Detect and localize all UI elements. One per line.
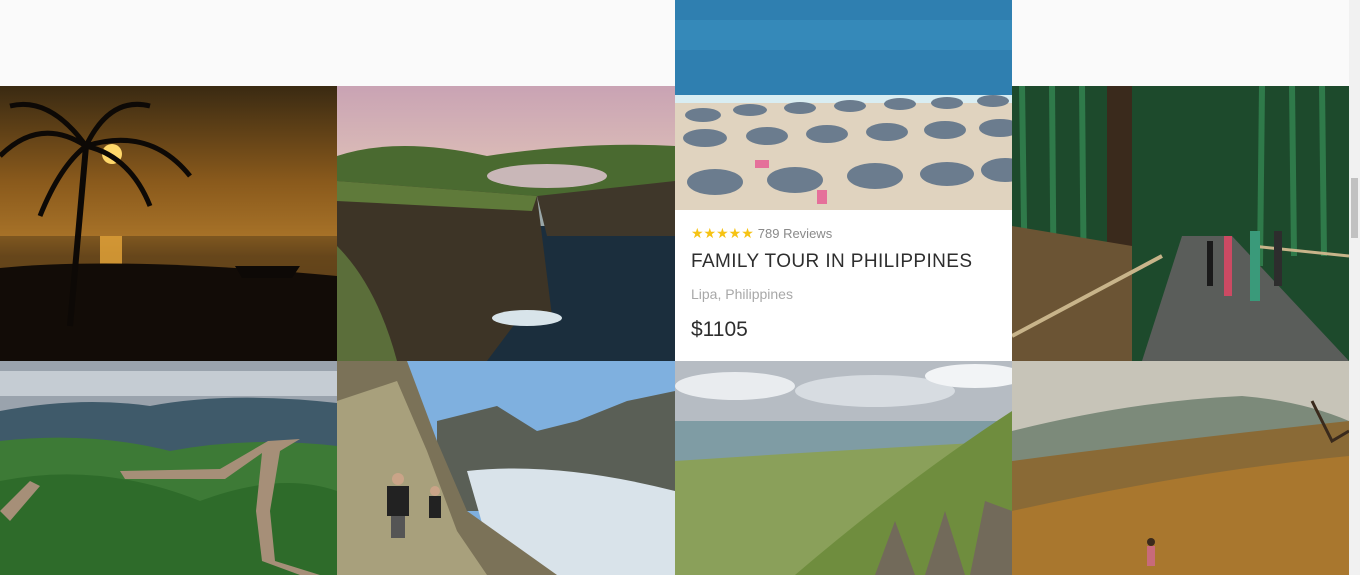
reviews-count[interactable]: 789 Reviews [758,226,832,241]
bamboo-forest-image[interactable] [1012,86,1349,361]
page-scrollbar[interactable] [1349,0,1360,575]
tour-location: Lipa, Philippines [691,286,793,302]
great-wall-image[interactable] [0,361,337,575]
tour-title[interactable]: FAMILY TOUR IN PHILIPPINES [691,251,996,273]
rating-row: ★★★★★ 789 Reviews [691,224,996,242]
golden-meadow-image[interactable] [1012,361,1349,575]
tour-price: $1105 [691,318,748,341]
sunset-palm-image[interactable] [0,86,337,361]
green-valley-image[interactable] [675,361,1012,575]
beach-umbrellas-image[interactable] [675,0,1012,210]
star-rating-icons: ★★★★★ [691,225,754,241]
mountain-hikers-image[interactable] [337,361,675,575]
featured-tour-card[interactable]: ★★★★★ 789 Reviews FAMILY TOUR IN PHILIPP… [675,210,1012,361]
scrollbar-thumb[interactable] [1351,178,1358,238]
sea-cliffs-lake-image[interactable] [337,86,675,361]
tour-gallery: ★★★★★ 789 Reviews FAMILY TOUR IN PHILIPP… [0,0,1349,575]
